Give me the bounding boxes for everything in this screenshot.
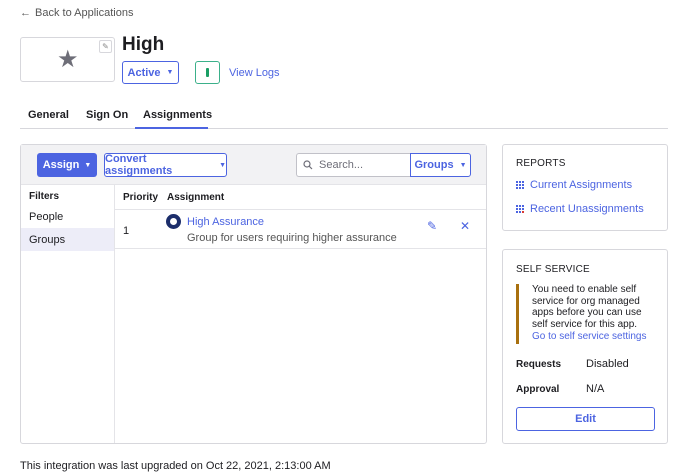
back-link-label: Back to Applications <box>35 7 134 19</box>
page-title: High <box>122 34 165 55</box>
filters-sidebar: Filters People Groups <box>21 185 115 443</box>
convert-assignments-label: Convert assignments <box>105 153 173 177</box>
edit-icon[interactable]: ✎ <box>427 219 437 233</box>
upgrade-footer-text: This integration was last upgraded on Oc… <box>20 460 331 472</box>
reports-card: REPORTS Current Assignments Recent Unass… <box>502 144 668 231</box>
assignments-toolbar: Assign ▼ Convert assignments ▼ Groups ▼ <box>21 145 486 185</box>
chevron-down-icon: ▼ <box>459 161 467 169</box>
tab-bar: General Sign On Assignments <box>20 100 668 129</box>
requests-label: Requests <box>516 359 562 370</box>
tab-assignments[interactable]: Assignments <box>143 109 212 121</box>
search-box <box>296 153 411 177</box>
status-indicator-icon <box>206 68 209 77</box>
requests-value: Disabled <box>586 358 629 370</box>
report-grid-icon <box>516 180 525 190</box>
assignment-name-link[interactable]: High Assurance <box>187 216 264 228</box>
convert-assignments-button[interactable]: Convert assignments ▼ <box>104 153 227 177</box>
self-service-settings-link[interactable]: Go to self service settings <box>532 331 656 343</box>
groups-filter-dropdown[interactable]: Groups ▼ <box>410 153 471 177</box>
arrow-left-icon: ← <box>20 7 31 19</box>
table-row: 1 High Assurance Group for users requiri… <box>115 209 486 249</box>
recent-unassignments-label: Recent Unassignments <box>530 203 644 215</box>
self-service-callout: You need to enable self service for org … <box>516 284 656 344</box>
edit-self-service-button[interactable]: Edit <box>516 407 655 431</box>
tab-sign-on[interactable]: Sign On <box>86 109 128 121</box>
approval-value: N/A <box>586 383 605 395</box>
status-label: Active <box>127 66 161 79</box>
current-assignments-label: Current Assignments <box>530 179 633 191</box>
back-to-applications-link[interactable]: ← Back to Applications <box>20 7 133 19</box>
filter-people[interactable]: People <box>21 205 114 228</box>
star-icon: ★ <box>57 46 79 73</box>
self-service-title: SELF SERVICE <box>516 264 590 275</box>
group-icon <box>166 214 181 229</box>
recent-unassignments-link[interactable]: Recent Unassignments <box>516 203 644 215</box>
self-service-message: You need to enable self service for org … <box>532 284 642 330</box>
priority-cell: 1 <box>123 225 130 237</box>
assign-button-label: Assign <box>42 159 80 171</box>
chevron-down-icon: ▼ <box>84 161 92 169</box>
status-dropdown[interactable]: Active ▼ <box>122 61 179 84</box>
groups-dropdown-label: Groups <box>414 159 454 171</box>
active-tab-indicator <box>135 127 208 129</box>
search-input[interactable] <box>319 159 399 171</box>
view-logs-link[interactable]: View Logs <box>229 67 280 79</box>
assign-button[interactable]: Assign ▼ <box>37 153 97 177</box>
edit-logo-icon[interactable]: ✎ <box>99 40 112 53</box>
assignment-description: Group for users requiring higher assuran… <box>187 232 397 244</box>
column-header-priority: Priority <box>123 192 159 203</box>
chevron-down-icon: ▼ <box>166 69 174 76</box>
approval-label: Approval <box>516 384 560 395</box>
reports-title: REPORTS <box>516 158 566 169</box>
report-grid-remove-icon <box>516 204 525 214</box>
chevron-down-icon: ▼ <box>219 161 226 169</box>
self-service-card: SELF SERVICE You need to enable self ser… <box>502 249 668 444</box>
column-header-assignment: Assignment <box>167 192 225 203</box>
tab-general[interactable]: General <box>28 109 69 121</box>
current-assignments-link[interactable]: Current Assignments <box>516 179 632 191</box>
app-logo: ★ ✎ <box>20 37 115 82</box>
push-status-button[interactable] <box>195 61 220 84</box>
search-icon <box>303 160 313 170</box>
assignments-panel: Assign ▼ Convert assignments ▼ Groups ▼ … <box>20 144 487 444</box>
filters-title: Filters <box>29 191 60 202</box>
close-icon[interactable]: ✕ <box>460 219 470 233</box>
filter-groups[interactable]: Groups <box>21 228 114 251</box>
